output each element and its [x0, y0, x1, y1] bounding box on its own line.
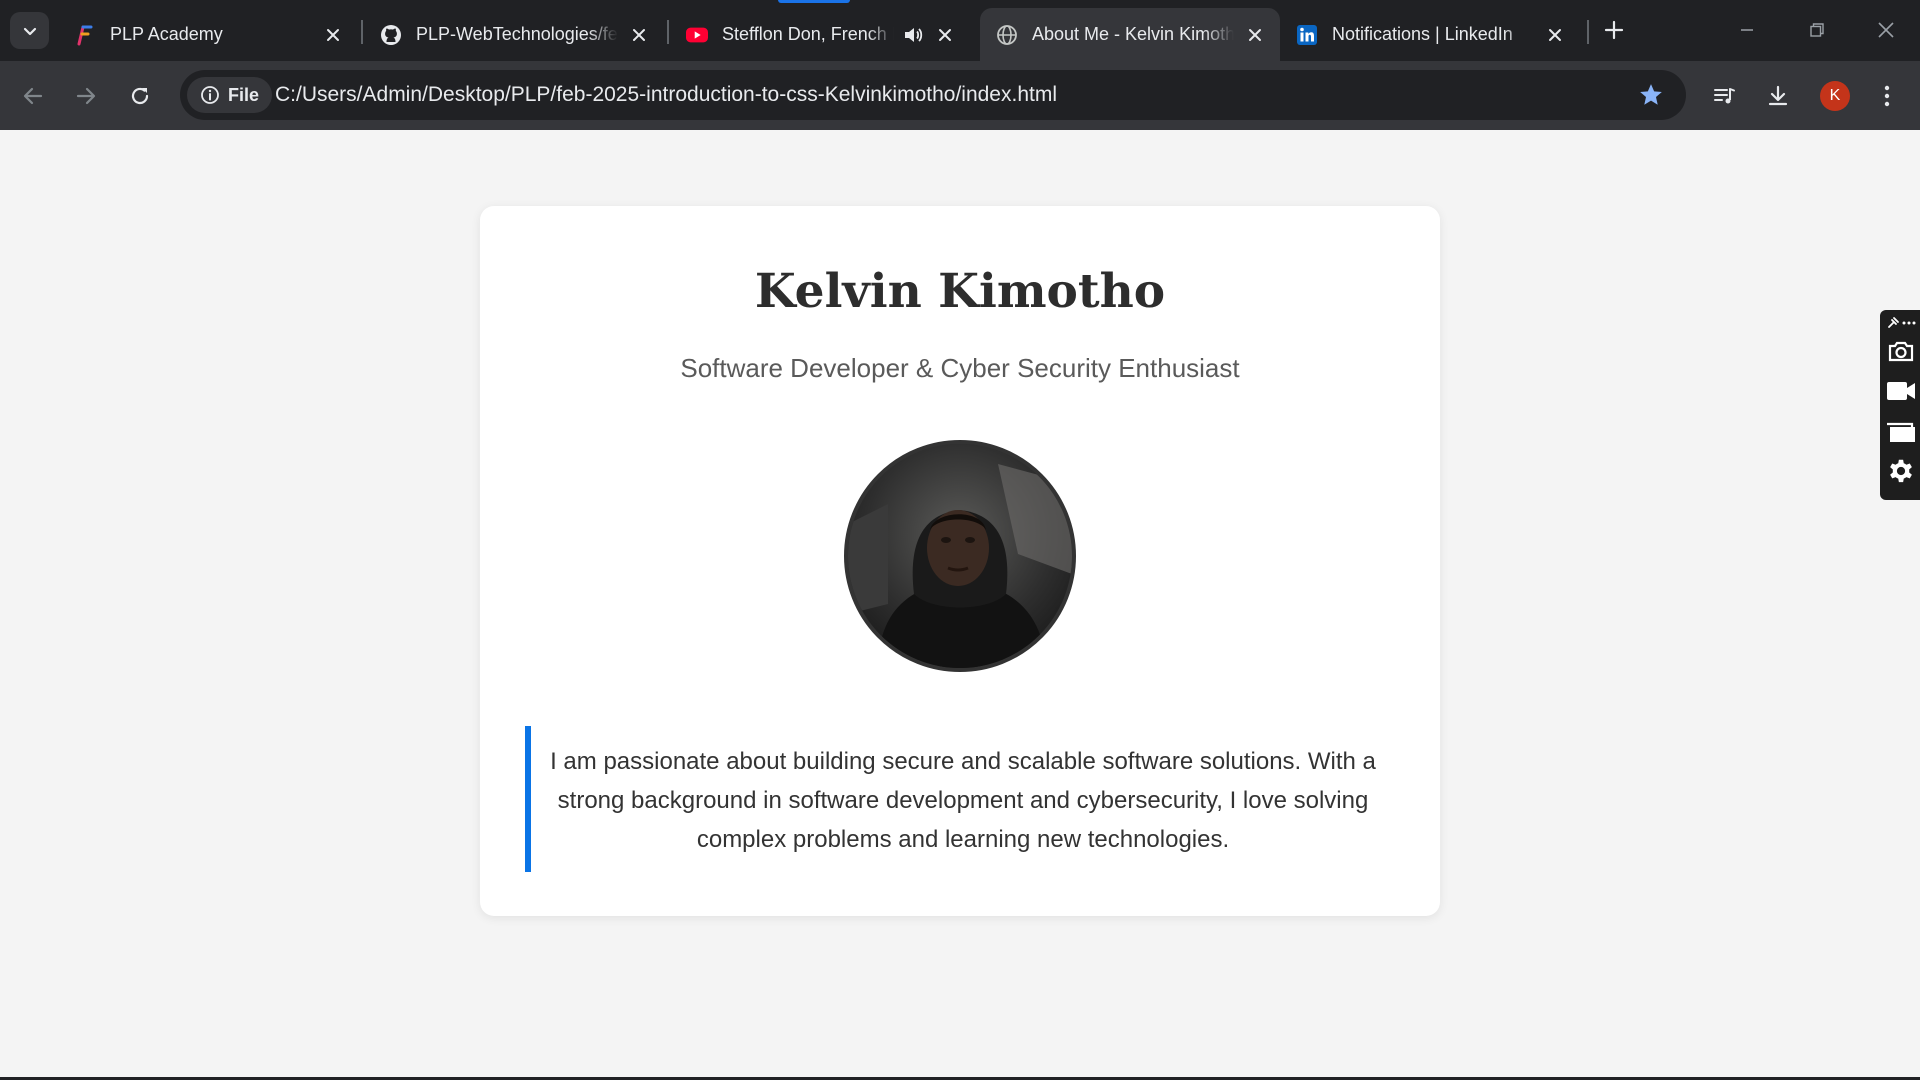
profile-photo	[844, 440, 1076, 672]
restore-icon	[1810, 23, 1824, 37]
address-bar[interactable]: File C:/Users/Admin/Desktop/PLP/feb-2025…	[180, 70, 1686, 120]
new-tab-button[interactable]	[1598, 14, 1630, 46]
tab-title: Notifications | LinkedIn	[1332, 24, 1513, 44]
plp-logo-icon	[74, 24, 96, 46]
tab-title: Stefflon Don, French Montana - Hurtin' M…	[722, 24, 894, 44]
more-vertical-icon	[1884, 85, 1890, 107]
tab-plp-academy[interactable]: PLP Academy	[58, 8, 358, 61]
tab-github[interactable]: PLP-WebTechnologies/feb-2025-introductio…	[364, 8, 664, 61]
tab-title: PLP Academy	[110, 24, 223, 44]
tab-separator	[361, 20, 363, 44]
window-icon[interactable]	[1884, 416, 1918, 446]
page-viewport: Kelvin Kimotho Software Developer & Cybe…	[0, 130, 1920, 1077]
video-camera-icon[interactable]	[1884, 376, 1918, 406]
playlist-music-icon	[1714, 88, 1735, 104]
tab-strip: PLP Academy PLP-WebTechnologies/feb-2025…	[0, 0, 1920, 61]
url-text[interactable]: C:/Users/Admin/Desktop/PLP/feb-2025-intr…	[275, 83, 1057, 107]
back-button[interactable]	[14, 77, 52, 115]
camera-icon[interactable]	[1884, 336, 1918, 366]
close-tab-icon[interactable]	[322, 24, 344, 46]
page-subtitle: Software Developer & Cyber Security Enth…	[680, 353, 1240, 383]
close-icon	[1878, 22, 1894, 38]
close-window-button[interactable]	[1862, 10, 1910, 50]
extension-side-panel	[1880, 310, 1920, 500]
downloads-button[interactable]	[1759, 77, 1797, 115]
linkedin-icon	[1296, 24, 1318, 46]
chevron-down-icon	[23, 27, 36, 35]
arrow-right-icon	[76, 87, 96, 105]
tab-separator	[667, 20, 669, 44]
info-icon	[201, 86, 219, 104]
close-tab-icon[interactable]	[1544, 24, 1566, 46]
profile-card: Kelvin Kimotho Software Developer & Cybe…	[480, 206, 1440, 916]
forward-button[interactable]	[67, 77, 105, 115]
youtube-icon	[686, 24, 708, 46]
tab-youtube[interactable]: Stefflon Don, French Montana - Hurtin' M…	[670, 8, 970, 61]
tab-separator	[1587, 20, 1589, 44]
globe-icon	[996, 24, 1018, 46]
tab-linkedin[interactable]: Notifications | LinkedIn	[1280, 8, 1580, 61]
bookmark-star-icon[interactable]	[1638, 82, 1664, 113]
browser-toolbar: File C:/Users/Admin/Desktop/PLP/feb-2025…	[0, 61, 1920, 130]
github-icon	[380, 24, 402, 46]
close-tab-icon[interactable]	[1244, 24, 1266, 46]
site-info-chip[interactable]: File	[187, 77, 273, 113]
media-controls-button[interactable]	[1705, 77, 1743, 115]
bio-text: I am passionate about building secure an…	[550, 748, 1376, 853]
page-title: Kelvin Kimotho	[754, 264, 1166, 319]
browser-menu-button[interactable]	[1868, 77, 1906, 115]
profile-avatar[interactable]: K	[1820, 81, 1850, 111]
tab-about-me[interactable]: About Me - Kelvin Kimotho	[980, 8, 1280, 61]
close-tab-icon[interactable]	[934, 24, 956, 46]
minimize-icon	[1741, 29, 1753, 31]
bio-blockquote: I am passionate about building secure an…	[525, 726, 1395, 872]
tab-title: About Me - Kelvin Kimotho	[1032, 24, 1234, 44]
tab-title: PLP-WebTechnologies/feb-2025-introductio…	[416, 24, 618, 44]
gear-icon[interactable]	[1884, 456, 1918, 486]
minimize-button[interactable]	[1723, 10, 1771, 50]
arrow-left-icon	[23, 87, 43, 105]
reload-icon	[131, 87, 149, 105]
tab-search-button[interactable]	[10, 12, 49, 49]
plus-icon	[1604, 20, 1624, 40]
scheme-label: File	[228, 84, 260, 105]
restore-button[interactable]	[1793, 10, 1841, 50]
download-icon	[1768, 85, 1788, 106]
close-tab-icon[interactable]	[628, 24, 650, 46]
pin-more-icon[interactable]	[1884, 314, 1918, 332]
reload-button[interactable]	[121, 77, 159, 115]
speaker-icon[interactable]	[902, 24, 924, 46]
media-playing-indicator	[778, 0, 850, 3]
